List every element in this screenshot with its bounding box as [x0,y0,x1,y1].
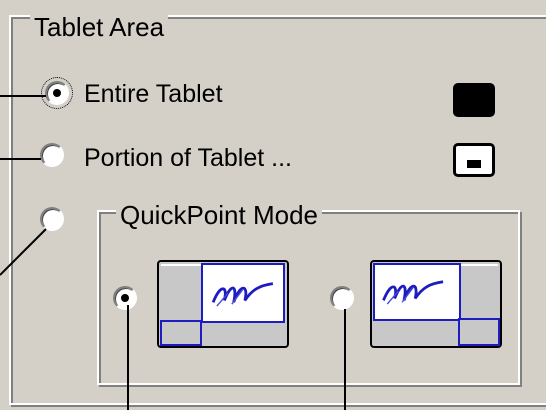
tablet-area-panel: Tablet Area Entire Tablet Portion of Tab… [0,0,546,410]
callout-lines [0,95,346,410]
callout-line-quickpoint [0,228,47,276]
